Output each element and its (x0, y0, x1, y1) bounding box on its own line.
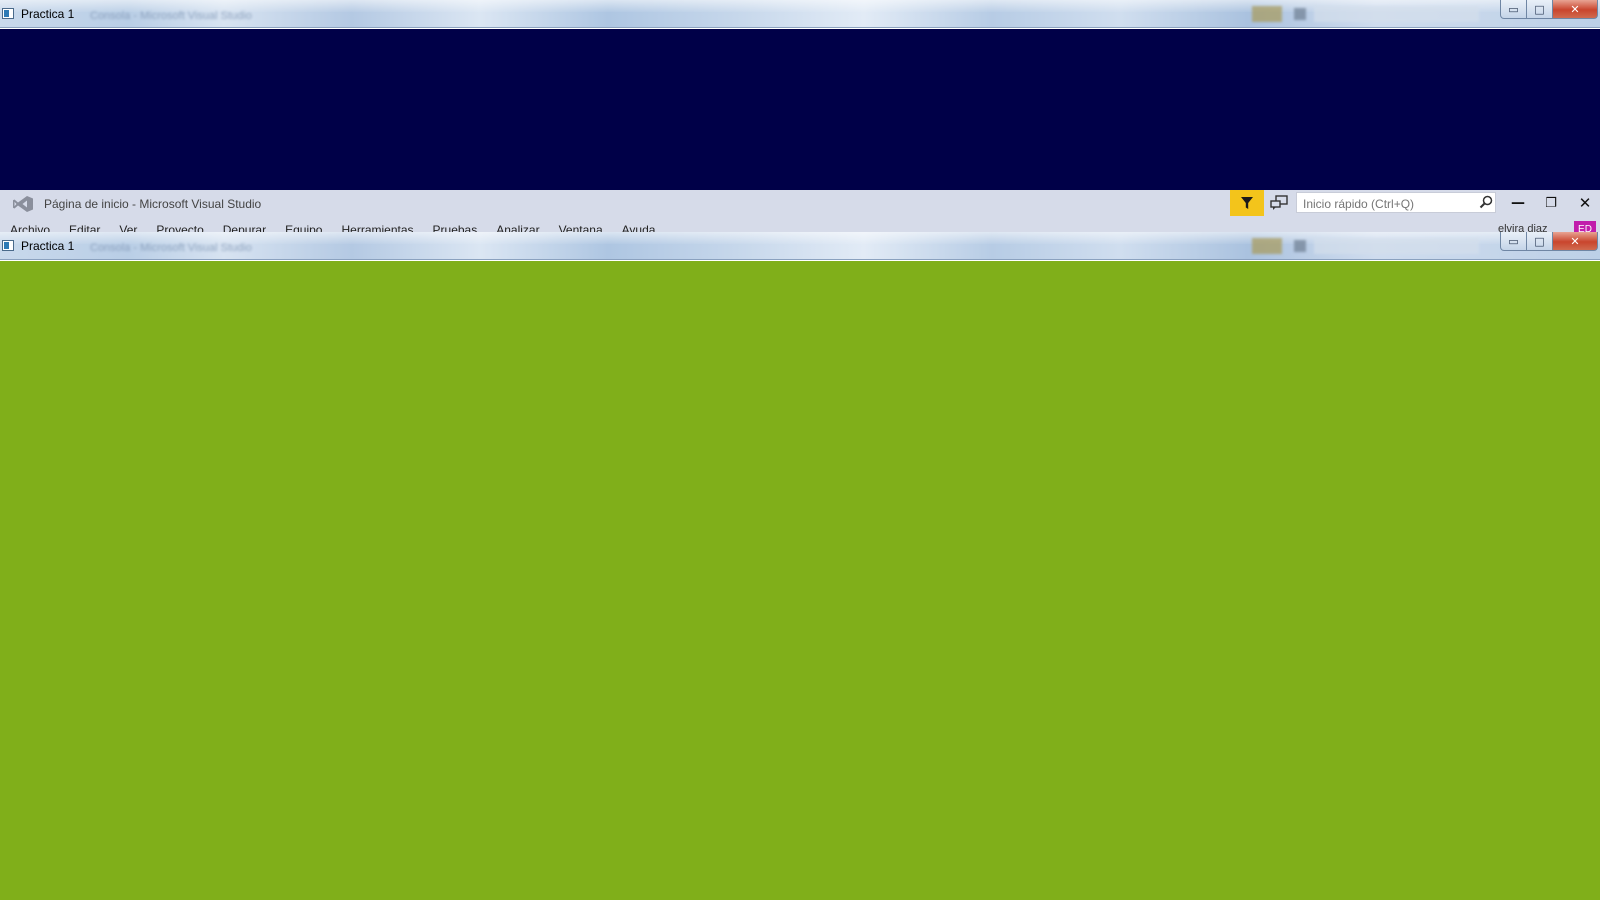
avatar[interactable]: ED (1574, 221, 1596, 232)
console-app-icon[interactable] (2, 240, 14, 251)
menu-item-analizar[interactable]: Analizar (496, 223, 539, 232)
window-controls: ▭ □ ✕ (1500, 0, 1598, 20)
console-output-area-bottom[interactable] (0, 261, 1600, 900)
menu-bar: Archivo Editar Ver Proyecto Depurar Equi… (10, 223, 674, 232)
menu-item-editar[interactable]: Editar (69, 223, 100, 232)
maximize-button[interactable]: □ (1527, 0, 1553, 19)
vs-window-title: Página de inicio - Microsoft Visual Stud… (44, 197, 262, 211)
close-button[interactable]: ✕ (1553, 232, 1598, 251)
menu-item-ver[interactable]: Ver (119, 223, 137, 232)
maximize-button[interactable]: □ (1527, 232, 1553, 251)
menu-item-pruebas[interactable]: Pruebas (433, 223, 478, 232)
blurred-background-toolbar (1252, 4, 1482, 24)
feedback-icon[interactable] (1270, 195, 1288, 211)
menu-item-herramientas[interactable]: Herramientas (341, 223, 413, 232)
user-name[interactable]: elvira diaz (1498, 223, 1548, 232)
vs-minimize-button[interactable]: — (1505, 193, 1531, 213)
blurred-background-title: Consola - Microsoft Visual Studio (90, 10, 252, 22)
blurred-background-toolbar (1252, 236, 1482, 256)
vs-restore-button[interactable]: ❐ (1538, 193, 1564, 213)
quick-launch-search-input[interactable] (1296, 192, 1496, 213)
blurred-background-title: Consola - Microsoft Visual Studio (90, 242, 252, 254)
console-titlebar-bottom[interactable]: Practica 1 Consola - Microsoft Visual St… (0, 232, 1600, 260)
minimize-button[interactable]: ▭ (1500, 0, 1527, 19)
visual-studio-logo-icon (13, 196, 33, 212)
menu-item-ventana[interactable]: Ventana (559, 223, 603, 232)
minimize-button[interactable]: ▭ (1500, 232, 1527, 251)
visual-studio-header: Página de inicio - Microsoft Visual Stud… (0, 190, 1600, 232)
menu-item-equipo[interactable]: Equipo (285, 223, 322, 232)
menu-item-ayuda[interactable]: Ayuda (622, 223, 656, 232)
search-icon[interactable] (1479, 195, 1493, 209)
filter-icon[interactable] (1230, 190, 1264, 216)
console-title: Practica 1 (21, 239, 75, 253)
vs-close-button[interactable]: ✕ (1572, 193, 1598, 213)
menu-item-proyecto[interactable]: Proyecto (156, 223, 203, 232)
console-output-area-top[interactable] (0, 29, 1600, 190)
console-app-icon[interactable] (2, 8, 14, 19)
menu-item-depurar[interactable]: Depurar (223, 223, 266, 232)
window-controls: ▭ □ ✕ (1500, 232, 1598, 252)
close-button[interactable]: ✕ (1553, 0, 1598, 19)
console-titlebar-top[interactable]: Practica 1 Consola - Microsoft Visual St… (0, 0, 1600, 28)
menu-item-archivo[interactable]: Archivo (10, 223, 50, 232)
console-title: Practica 1 (21, 7, 75, 21)
